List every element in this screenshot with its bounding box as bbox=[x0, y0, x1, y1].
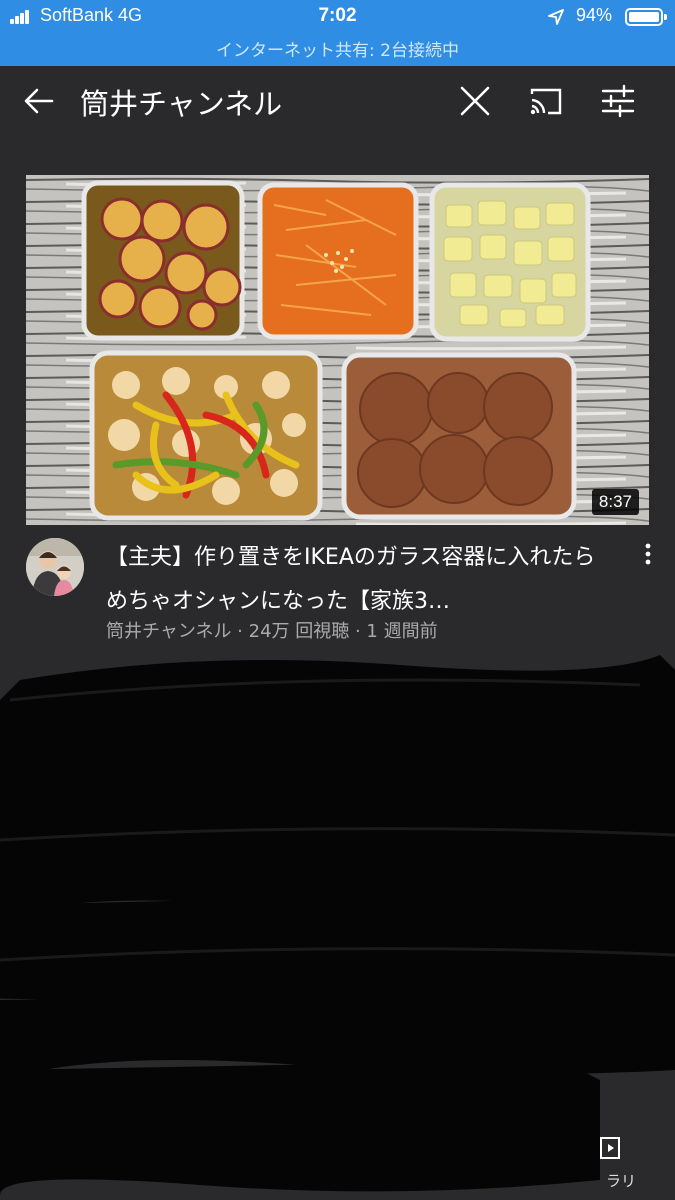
video-duration-badge: 8:37 bbox=[591, 489, 639, 515]
back-arrow-icon[interactable] bbox=[22, 84, 56, 118]
video-title[interactable]: 【主夫】作り置きをIKEAのガラス容器に入れたらめちゃオシャンになった【家族3… bbox=[106, 536, 616, 624]
hotspot-banner[interactable]: インターネット共有: 2台接続中 bbox=[0, 36, 675, 61]
status-bar: SoftBank 4G 7:02 94% インターネット共有: 2台接続中 bbox=[0, 0, 675, 66]
library-tab-label[interactable]: ラリ bbox=[606, 1170, 636, 1191]
filter-icon[interactable] bbox=[600, 84, 636, 118]
clock: 7:02 bbox=[318, 5, 357, 26]
channel-avatar[interactable] bbox=[26, 538, 84, 596]
location-icon bbox=[548, 9, 564, 25]
battery-percent: 94% bbox=[576, 5, 613, 25]
search-query[interactable]: 筒井チャンネル bbox=[80, 81, 282, 123]
cast-icon[interactable] bbox=[528, 85, 564, 117]
search-header: 筒井チャンネル bbox=[0, 66, 675, 136]
food-thumbnail-image bbox=[26, 175, 649, 525]
video-thumbnail[interactable]: 8:37 bbox=[26, 175, 649, 525]
redaction-scribble bbox=[0, 640, 675, 1200]
more-options-icon[interactable] bbox=[640, 542, 656, 566]
library-icon[interactable] bbox=[598, 1135, 622, 1163]
close-icon[interactable] bbox=[458, 84, 492, 118]
battery-icon bbox=[625, 8, 667, 26]
